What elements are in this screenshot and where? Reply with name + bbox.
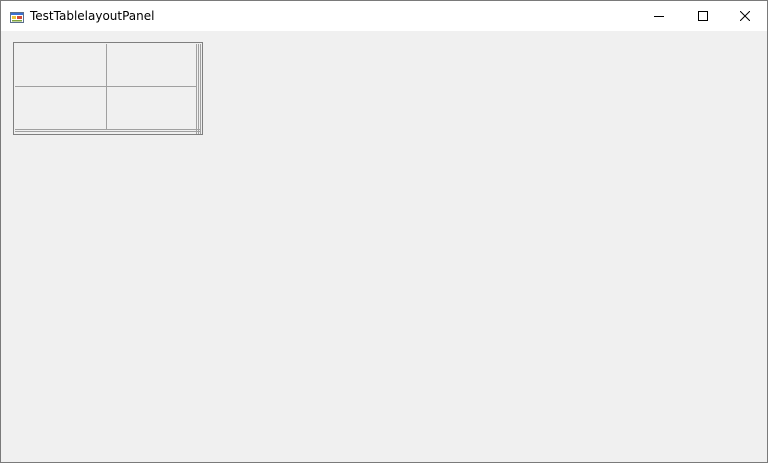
minimize-icon [654, 16, 664, 17]
title-bar[interactable]: TestTablelayoutPanel [1, 1, 767, 31]
trailing-row-line [15, 131, 201, 132]
close-button[interactable] [723, 1, 767, 31]
table-cell-r1-c1[interactable] [15, 44, 106, 86]
trailing-row-line [15, 129, 201, 130]
table-cell-r2-c1[interactable] [15, 87, 106, 129]
app-icon[interactable] [10, 9, 24, 23]
table-cell-r1-c2[interactable] [107, 44, 196, 86]
maximize-icon [698, 11, 708, 21]
trailing-column-line [200, 44, 201, 134]
table-layout-panel[interactable] [13, 42, 203, 135]
table-cell-r2-c2[interactable] [107, 87, 196, 129]
trailing-column-line [198, 44, 199, 134]
form-client-area [1, 31, 767, 462]
application-window: TestTablelayoutPanel [0, 0, 768, 463]
row-divider [15, 86, 196, 87]
minimize-button[interactable] [637, 1, 681, 31]
window-title: TestTablelayoutPanel [30, 9, 155, 23]
trailing-column-line [196, 44, 197, 134]
maximize-button[interactable] [681, 1, 725, 31]
close-icon [740, 11, 750, 21]
